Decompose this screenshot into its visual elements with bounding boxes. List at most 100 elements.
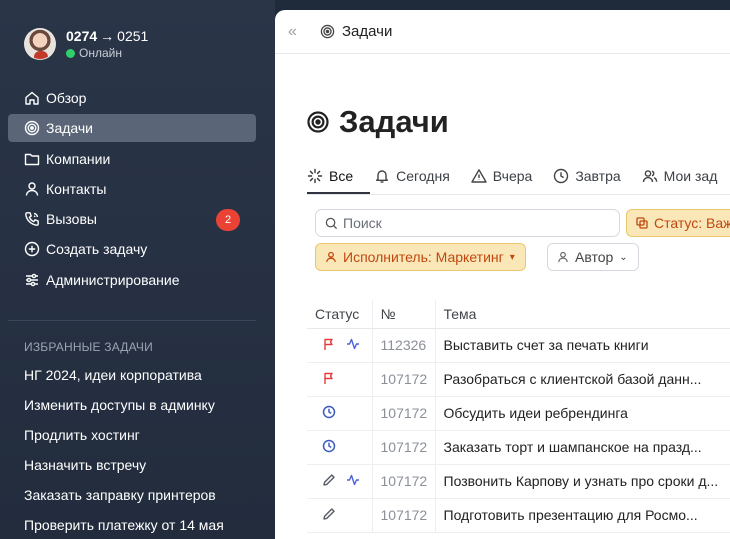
pencil-icon — [323, 507, 335, 520]
task-topic[interactable]: Выставить счет за печать книги — [434, 328, 730, 363]
search-input[interactable] — [343, 215, 603, 231]
chevron-down-icon: ⌄ — [619, 251, 628, 263]
user-icon — [558, 251, 568, 263]
page-title-text: Задачи — [339, 104, 449, 139]
sidebar: 0274 → 0251 Онлайн Обзор Задачи Компании… — [0, 0, 275, 539]
phone-icon — [25, 212, 39, 227]
task-tabs: Все Сегодня Вчера Завтра Мои зад — [307, 161, 730, 195]
home-icon — [25, 91, 39, 105]
chevron-down-icon: ▾ — [509, 251, 515, 263]
calls-count-badge: 2 — [216, 209, 240, 232]
status-filter-chip[interactable]: Статус: Важ — [626, 209, 730, 237]
task-number: 112326 — [371, 328, 435, 363]
collapse-sidebar-icon[interactable]: « — [288, 23, 304, 41]
tabs-divider — [307, 194, 730, 195]
sidebar-item-label: Компании — [46, 150, 111, 167]
column-header-status[interactable]: Статус — [307, 300, 372, 329]
tab-tomorrow[interactable]: Завтра — [553, 161, 621, 191]
page-title: Задачи — [307, 104, 449, 140]
favorite-task-item[interactable]: Изменить доступы в админку — [24, 396, 224, 426]
task-topic[interactable]: Подготовить презентацию для Росмо... — [434, 498, 730, 533]
sidebar-item-label: Вызовы — [46, 211, 97, 228]
user-icon — [326, 251, 336, 263]
user-block[interactable]: 0274 → 0251 Онлайн — [24, 28, 148, 60]
column-header-number[interactable]: № — [371, 300, 435, 329]
assignee-filter-chip[interactable]: Исполнитель: Маркетинг ▾ — [315, 243, 526, 271]
favorite-task-item[interactable]: НГ 2024, идеи корпоратива — [24, 366, 224, 396]
sidebar-item-label: Задачи — [46, 120, 94, 137]
avatar[interactable] — [24, 28, 56, 60]
author-filter-chip[interactable]: Автор ⌄ — [547, 243, 639, 271]
sidebar-item-tasks[interactable]: Задачи — [8, 114, 256, 143]
author-filter-label: Автор — [575, 249, 614, 265]
arrow-right-icon: → — [100, 28, 115, 44]
sidebar-item-label: Администрирование — [46, 271, 180, 288]
flag-icon — [324, 372, 333, 384]
favorite-task-item[interactable]: Проверить платежку от 14 мая — [24, 516, 224, 539]
tab-label: Вчера — [492, 168, 533, 184]
copy-icon — [636, 217, 648, 229]
target-icon — [320, 24, 335, 39]
table-row[interactable]: 107172 Заказать торт и шампанское на пра… — [307, 430, 730, 465]
table-row[interactable]: 107172 Разобраться с клиентской базой да… — [307, 362, 730, 397]
tab-all[interactable]: Все — [307, 161, 353, 191]
folder-icon — [24, 153, 40, 165]
task-number: 107172 — [371, 362, 435, 397]
user-status: Онлайн — [66, 46, 148, 60]
task-number: 107172 — [371, 464, 435, 499]
target-icon — [24, 121, 40, 136]
column-header-topic[interactable]: Тема — [434, 300, 730, 329]
task-topic[interactable]: Заказать торт и шампанское на празд... — [434, 430, 730, 465]
users-icon — [642, 170, 657, 183]
tab-yesterday[interactable]: Вчера — [471, 161, 533, 191]
active-tab-indicator — [307, 192, 370, 194]
user-from: 0274 — [66, 28, 98, 44]
tasks-table: Статус № Тема 112326 Выставить счет за п… — [307, 300, 730, 533]
sidebar-item-admin[interactable]: Администрирование — [8, 266, 256, 294]
tab-label: Все — [329, 168, 354, 184]
tab-my-tasks[interactable]: Мои зад — [642, 161, 718, 191]
sidebar-item-companies[interactable]: Компании — [8, 145, 256, 173]
task-number: 107172 — [371, 396, 435, 431]
clock-icon — [322, 405, 336, 418]
sliders-icon — [26, 273, 38, 287]
sidebar-item-label: Контакты — [46, 180, 107, 197]
warning-icon — [471, 169, 487, 183]
table-row[interactable]: 107172 Позвонить Карпову и узнать про ср… — [307, 464, 730, 499]
sidebar-nav: Обзор Задачи Компании Контакты Вызовы 2 … — [8, 84, 256, 296]
favorite-task-item[interactable]: Продлить хостинг — [24, 426, 224, 456]
table-row[interactable]: 107172 Подготовить презентацию для Росмо… — [307, 498, 730, 533]
tab-label: Мои зад — [663, 168, 718, 184]
sidebar-item-create-task[interactable]: Создать задачу — [8, 235, 256, 263]
sidebar-item-contacts[interactable]: Контакты — [8, 175, 256, 203]
task-topic[interactable]: Обсудить идеи ребрендинга — [434, 396, 730, 431]
user-status-label: Онлайн — [79, 46, 122, 60]
task-topic[interactable]: Разобраться с клиентской базой данн... — [434, 362, 730, 397]
activity-icon — [347, 338, 359, 349]
loader-icon — [307, 168, 323, 184]
table-row[interactable]: 112326 Выставить счет за печать книги — [307, 328, 730, 363]
topbar: « Задачи — [275, 10, 730, 54]
tab-label: Сегодня — [396, 168, 450, 184]
favorite-task-item[interactable]: Заказать заправку принтеров — [24, 486, 224, 516]
plus-circle-icon — [24, 242, 40, 257]
table-row[interactable]: 107172 Обсудить идеи ребрендинга — [307, 396, 730, 431]
tab-today[interactable]: Сегодня — [374, 161, 450, 191]
task-number: 107172 — [371, 498, 435, 533]
favorites-title: ИЗБРАННЫЕ ЗАДАЧИ — [24, 340, 153, 354]
search-box[interactable] — [315, 209, 620, 237]
task-topic[interactable]: Позвонить Карпову и узнать про сроки д..… — [434, 464, 730, 499]
tab-label: Завтра — [575, 168, 621, 184]
clock-icon — [554, 168, 569, 184]
activity-icon — [347, 474, 359, 485]
table-header-row: Статус № Тема — [307, 300, 730, 329]
sidebar-item-calls[interactable]: Вызовы 2 — [8, 205, 256, 233]
sidebar-item-overview[interactable]: Обзор — [8, 84, 256, 112]
user-route: 0274 → 0251 — [66, 28, 148, 44]
target-icon — [307, 111, 329, 133]
sidebar-item-label: Создать задачу — [46, 241, 148, 258]
user-to: 0251 — [117, 28, 149, 44]
favorite-task-item[interactable]: Назначить встречу — [24, 456, 224, 486]
flag-icon — [324, 338, 333, 350]
pencil-icon — [323, 473, 335, 486]
